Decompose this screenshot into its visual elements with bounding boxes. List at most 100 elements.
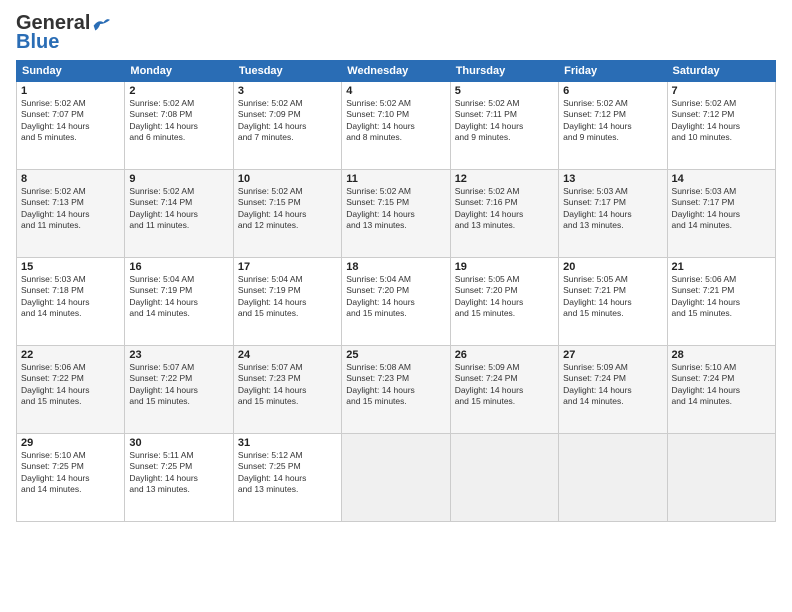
day-number: 4 bbox=[346, 85, 445, 97]
day-number: 30 bbox=[129, 437, 228, 449]
logo-bird-icon bbox=[92, 17, 110, 31]
day-number: 8 bbox=[21, 173, 120, 185]
calendar-cell: 27Sunrise: 5:09 AMSunset: 7:24 PMDayligh… bbox=[559, 346, 667, 434]
day-number: 6 bbox=[563, 85, 662, 97]
calendar-cell: 31Sunrise: 5:12 AMSunset: 7:25 PMDayligh… bbox=[233, 434, 341, 522]
day-number: 3 bbox=[238, 85, 337, 97]
day-info: Sunrise: 5:07 AMSunset: 7:22 PMDaylight:… bbox=[129, 362, 228, 408]
day-info: Sunrise: 5:10 AMSunset: 7:25 PMDaylight:… bbox=[21, 450, 120, 496]
calendar-cell: 26Sunrise: 5:09 AMSunset: 7:24 PMDayligh… bbox=[450, 346, 558, 434]
calendar-cell: 30Sunrise: 5:11 AMSunset: 7:25 PMDayligh… bbox=[125, 434, 233, 522]
calendar-cell: 22Sunrise: 5:06 AMSunset: 7:22 PMDayligh… bbox=[17, 346, 125, 434]
day-number: 22 bbox=[21, 349, 120, 361]
calendar-cell bbox=[667, 434, 775, 522]
day-info: Sunrise: 5:02 AMSunset: 7:16 PMDaylight:… bbox=[455, 186, 554, 232]
calendar-cell: 4Sunrise: 5:02 AMSunset: 7:10 PMDaylight… bbox=[342, 82, 450, 170]
day-info: Sunrise: 5:02 AMSunset: 7:13 PMDaylight:… bbox=[21, 186, 120, 232]
day-number: 5 bbox=[455, 85, 554, 97]
col-header-friday: Friday bbox=[559, 61, 667, 82]
day-info: Sunrise: 5:02 AMSunset: 7:15 PMDaylight:… bbox=[238, 186, 337, 232]
day-info: Sunrise: 5:02 AMSunset: 7:08 PMDaylight:… bbox=[129, 98, 228, 144]
col-header-monday: Monday bbox=[125, 61, 233, 82]
day-info: Sunrise: 5:02 AMSunset: 7:11 PMDaylight:… bbox=[455, 98, 554, 144]
day-number: 26 bbox=[455, 349, 554, 361]
calendar-cell: 2Sunrise: 5:02 AMSunset: 7:08 PMDaylight… bbox=[125, 82, 233, 170]
calendar-cell: 10Sunrise: 5:02 AMSunset: 7:15 PMDayligh… bbox=[233, 170, 341, 258]
calendar-cell: 5Sunrise: 5:02 AMSunset: 7:11 PMDaylight… bbox=[450, 82, 558, 170]
day-info: Sunrise: 5:02 AMSunset: 7:12 PMDaylight:… bbox=[563, 98, 662, 144]
day-info: Sunrise: 5:03 AMSunset: 7:17 PMDaylight:… bbox=[672, 186, 771, 232]
day-info: Sunrise: 5:12 AMSunset: 7:25 PMDaylight:… bbox=[238, 450, 337, 496]
col-header-sunday: Sunday bbox=[17, 61, 125, 82]
col-header-wednesday: Wednesday bbox=[342, 61, 450, 82]
day-info: Sunrise: 5:09 AMSunset: 7:24 PMDaylight:… bbox=[455, 362, 554, 408]
day-info: Sunrise: 5:05 AMSunset: 7:21 PMDaylight:… bbox=[563, 274, 662, 320]
calendar-cell: 21Sunrise: 5:06 AMSunset: 7:21 PMDayligh… bbox=[667, 258, 775, 346]
calendar-cell: 28Sunrise: 5:10 AMSunset: 7:24 PMDayligh… bbox=[667, 346, 775, 434]
day-info: Sunrise: 5:10 AMSunset: 7:24 PMDaylight:… bbox=[672, 362, 771, 408]
day-info: Sunrise: 5:09 AMSunset: 7:24 PMDaylight:… bbox=[563, 362, 662, 408]
day-number: 24 bbox=[238, 349, 337, 361]
calendar-cell: 24Sunrise: 5:07 AMSunset: 7:23 PMDayligh… bbox=[233, 346, 341, 434]
day-number: 17 bbox=[238, 261, 337, 273]
day-number: 16 bbox=[129, 261, 228, 273]
col-header-saturday: Saturday bbox=[667, 61, 775, 82]
day-number: 21 bbox=[672, 261, 771, 273]
day-number: 28 bbox=[672, 349, 771, 361]
day-info: Sunrise: 5:03 AMSunset: 7:18 PMDaylight:… bbox=[21, 274, 120, 320]
day-number: 19 bbox=[455, 261, 554, 273]
logo-blue: Blue bbox=[16, 31, 59, 54]
calendar-cell: 12Sunrise: 5:02 AMSunset: 7:16 PMDayligh… bbox=[450, 170, 558, 258]
day-info: Sunrise: 5:02 AMSunset: 7:12 PMDaylight:… bbox=[672, 98, 771, 144]
day-number: 31 bbox=[238, 437, 337, 449]
calendar-cell: 17Sunrise: 5:04 AMSunset: 7:19 PMDayligh… bbox=[233, 258, 341, 346]
calendar-cell bbox=[450, 434, 558, 522]
day-info: Sunrise: 5:04 AMSunset: 7:19 PMDaylight:… bbox=[129, 274, 228, 320]
day-number: 2 bbox=[129, 85, 228, 97]
day-info: Sunrise: 5:11 AMSunset: 7:25 PMDaylight:… bbox=[129, 450, 228, 496]
day-number: 12 bbox=[455, 173, 554, 185]
calendar-cell: 19Sunrise: 5:05 AMSunset: 7:20 PMDayligh… bbox=[450, 258, 558, 346]
calendar-cell: 15Sunrise: 5:03 AMSunset: 7:18 PMDayligh… bbox=[17, 258, 125, 346]
day-info: Sunrise: 5:02 AMSunset: 7:14 PMDaylight:… bbox=[129, 186, 228, 232]
day-number: 18 bbox=[346, 261, 445, 273]
calendar-cell bbox=[342, 434, 450, 522]
calendar-cell: 18Sunrise: 5:04 AMSunset: 7:20 PMDayligh… bbox=[342, 258, 450, 346]
col-header-tuesday: Tuesday bbox=[233, 61, 341, 82]
calendar-cell bbox=[559, 434, 667, 522]
day-info: Sunrise: 5:02 AMSunset: 7:09 PMDaylight:… bbox=[238, 98, 337, 144]
logo: General Blue bbox=[16, 12, 110, 54]
day-info: Sunrise: 5:08 AMSunset: 7:23 PMDaylight:… bbox=[346, 362, 445, 408]
day-info: Sunrise: 5:05 AMSunset: 7:20 PMDaylight:… bbox=[455, 274, 554, 320]
calendar-cell: 13Sunrise: 5:03 AMSunset: 7:17 PMDayligh… bbox=[559, 170, 667, 258]
page-header: General Blue bbox=[16, 12, 776, 54]
day-info: Sunrise: 5:02 AMSunset: 7:10 PMDaylight:… bbox=[346, 98, 445, 144]
day-number: 15 bbox=[21, 261, 120, 273]
col-header-thursday: Thursday bbox=[450, 61, 558, 82]
day-number: 29 bbox=[21, 437, 120, 449]
day-info: Sunrise: 5:04 AMSunset: 7:20 PMDaylight:… bbox=[346, 274, 445, 320]
day-info: Sunrise: 5:06 AMSunset: 7:21 PMDaylight:… bbox=[672, 274, 771, 320]
day-info: Sunrise: 5:07 AMSunset: 7:23 PMDaylight:… bbox=[238, 362, 337, 408]
calendar-cell: 11Sunrise: 5:02 AMSunset: 7:15 PMDayligh… bbox=[342, 170, 450, 258]
day-info: Sunrise: 5:02 AMSunset: 7:07 PMDaylight:… bbox=[21, 98, 120, 144]
calendar-cell: 16Sunrise: 5:04 AMSunset: 7:19 PMDayligh… bbox=[125, 258, 233, 346]
calendar-cell: 20Sunrise: 5:05 AMSunset: 7:21 PMDayligh… bbox=[559, 258, 667, 346]
calendar-cell: 3Sunrise: 5:02 AMSunset: 7:09 PMDaylight… bbox=[233, 82, 341, 170]
day-number: 7 bbox=[672, 85, 771, 97]
day-number: 1 bbox=[21, 85, 120, 97]
day-info: Sunrise: 5:02 AMSunset: 7:15 PMDaylight:… bbox=[346, 186, 445, 232]
day-info: Sunrise: 5:03 AMSunset: 7:17 PMDaylight:… bbox=[563, 186, 662, 232]
day-number: 13 bbox=[563, 173, 662, 185]
day-number: 27 bbox=[563, 349, 662, 361]
day-number: 9 bbox=[129, 173, 228, 185]
day-number: 10 bbox=[238, 173, 337, 185]
calendar-cell: 8Sunrise: 5:02 AMSunset: 7:13 PMDaylight… bbox=[17, 170, 125, 258]
calendar-cell: 25Sunrise: 5:08 AMSunset: 7:23 PMDayligh… bbox=[342, 346, 450, 434]
day-info: Sunrise: 5:06 AMSunset: 7:22 PMDaylight:… bbox=[21, 362, 120, 408]
calendar-cell: 1Sunrise: 5:02 AMSunset: 7:07 PMDaylight… bbox=[17, 82, 125, 170]
day-number: 11 bbox=[346, 173, 445, 185]
day-number: 14 bbox=[672, 173, 771, 185]
day-number: 20 bbox=[563, 261, 662, 273]
calendar-table: SundayMondayTuesdayWednesdayThursdayFrid… bbox=[16, 60, 776, 522]
